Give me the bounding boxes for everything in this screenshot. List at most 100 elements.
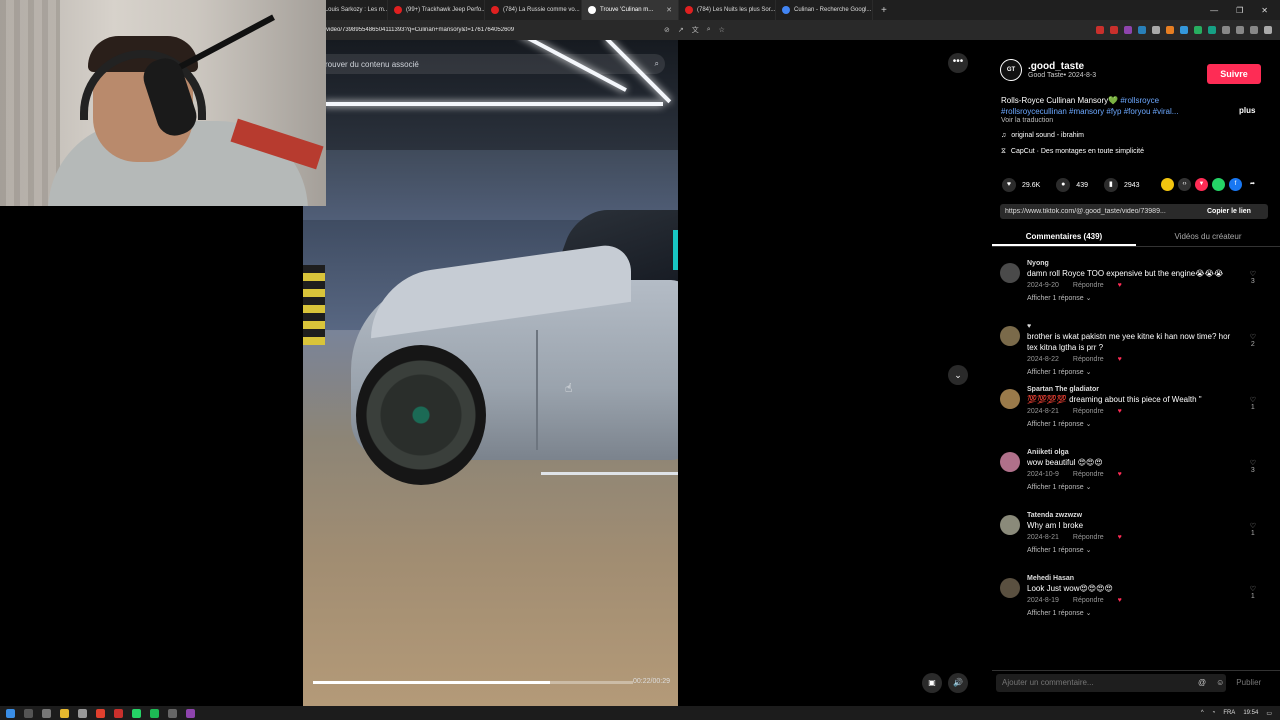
reply-button[interactable]: Répondre — [1073, 597, 1104, 604]
comment-icon[interactable]: ● — [1056, 178, 1071, 192]
video-progress-bar[interactable] — [313, 681, 633, 684]
heart-outline-icon[interactable]: ♡ — [1250, 270, 1256, 278]
network-icon[interactable]: ◔ — [1212, 710, 1216, 716]
maximize-icon[interactable]: ❐ — [1236, 6, 1243, 15]
show-replies-button[interactable]: Afficher 1 réponse ⌄ — [1027, 294, 1280, 302]
extension-icon[interactable] — [1166, 26, 1174, 34]
extension-icon[interactable] — [1236, 26, 1244, 34]
extension-icon[interactable] — [1208, 26, 1216, 34]
more-options-icon[interactable]: ••• — [948, 53, 968, 73]
hashtag-link[interactable]: #rollsroyce — [1120, 96, 1159, 105]
show-replies-button[interactable]: Afficher 1 réponse ⌄ — [1027, 420, 1280, 428]
tab-creator-videos[interactable]: Vidéos du créateur — [1136, 227, 1280, 246]
miniplayer-icon[interactable]: ▣ — [922, 673, 942, 693]
site-info-icon[interactable]: ⊘ — [664, 26, 670, 34]
heart-outline-icon[interactable]: ♡ — [1250, 396, 1256, 404]
lang-indicator[interactable]: FRA — [1223, 710, 1235, 716]
avatar[interactable] — [1000, 452, 1020, 472]
show-replies-button[interactable]: Afficher 1 réponse ⌄ — [1027, 609, 1280, 617]
search-icon[interactable]: ⌕ — [655, 59, 659, 69]
menu-icon[interactable] — [1264, 26, 1272, 34]
sound-link[interactable]: ♫ original sound - ibrahim — [1001, 132, 1084, 139]
comment-user[interactable]: Mehedi Hasan — [1027, 575, 1280, 582]
repost-icon[interactable] — [1161, 178, 1174, 191]
app-icon[interactable] — [78, 708, 87, 718]
spotify-icon[interactable] — [150, 708, 159, 718]
comment-like[interactable]: ♡ 3 — [1250, 270, 1256, 285]
zoom-icon[interactable]: ⌕ — [707, 26, 711, 34]
translate-icon[interactable]: 文 — [692, 25, 699, 35]
close-tab-icon[interactable]: ✕ — [666, 6, 672, 14]
embed-icon[interactable]: ‹› — [1178, 178, 1191, 191]
save-count[interactable]: ▮ 2943 — [1103, 178, 1140, 192]
close-window-icon[interactable]: ✕ — [1261, 6, 1268, 15]
new-tab-button[interactable]: + — [873, 5, 895, 16]
heart-outline-icon[interactable]: ♡ — [1250, 522, 1256, 530]
extension-icon[interactable] — [1124, 26, 1132, 34]
avatar[interactable] — [1000, 578, 1020, 598]
author-name[interactable]: .good_taste — [1028, 61, 1096, 72]
comment-user[interactable]: Tatenda zwzwzw — [1027, 512, 1280, 519]
avatar[interactable] — [1000, 326, 1020, 346]
bookmark-icon[interactable]: ▮ — [1103, 178, 1118, 192]
video-player[interactable]: rouver du contenu associé ⌕ 00:22/00:29 — [303, 40, 678, 706]
open-external-icon[interactable]: ↗ — [678, 26, 684, 34]
like-count[interactable]: ♥ 29.6K — [1002, 178, 1040, 192]
whatsapp-taskbar-icon[interactable] — [132, 708, 141, 718]
browser-icon[interactable] — [96, 708, 105, 718]
browser-tab[interactable]: (784) La Russie comme vo... — [485, 0, 582, 20]
publish-button[interactable]: Publier — [1236, 678, 1261, 687]
emoji-icon[interactable]: ☺ — [1216, 678, 1224, 687]
tray-chevron-icon[interactable]: ^ — [1201, 710, 1204, 716]
translate-link[interactable]: Voir la traduction — [1001, 117, 1053, 124]
browser-tab[interactable]: (784) Les Nuits les plus Sor... — [679, 0, 776, 20]
comment-like[interactable]: ♡ 3 — [1250, 459, 1256, 474]
avatar[interactable] — [1000, 263, 1020, 283]
comment-input[interactable] — [996, 673, 1226, 692]
related-search-bar[interactable]: rouver du contenu associé ⌕ — [303, 54, 665, 74]
obs-icon[interactable] — [186, 708, 195, 718]
task-view-icon[interactable] — [42, 708, 51, 718]
extension-icon[interactable] — [1180, 26, 1188, 34]
comment-user[interactable]: ♥ — [1027, 323, 1280, 330]
extension-icon[interactable] — [1194, 26, 1202, 34]
notification-icon[interactable]: ▭ — [1266, 710, 1272, 717]
mention-icon[interactable]: @ — [1198, 678, 1206, 687]
star-icon[interactable]: ☆ — [719, 26, 725, 34]
hashtag-link[interactable]: #rollsroycecullinan #mansory #fyp #foryo… — [1001, 107, 1178, 116]
tab-comments[interactable]: Commentaires (439) — [992, 227, 1136, 246]
share-arrow-icon[interactable]: ➦ — [1246, 178, 1259, 191]
comment-like[interactable]: ♡ 2 — [1250, 333, 1256, 348]
next-video-icon[interactable]: ⌄ — [948, 365, 968, 385]
reply-button[interactable]: Répondre — [1073, 534, 1104, 541]
extension-icon[interactable] — [1152, 26, 1160, 34]
avatar[interactable]: GT — [1000, 59, 1022, 81]
browser-tab[interactable]: Culinan - Recherche Googl... — [776, 0, 873, 20]
show-replies-button[interactable]: Afficher 1 réponse ⌄ — [1027, 483, 1280, 491]
show-replies-button[interactable]: Afficher 1 réponse ⌄ — [1027, 546, 1280, 554]
author-info[interactable]: GT .good_taste Good Taste• 2024-8-3 — [1000, 59, 1096, 81]
comment-user[interactable]: Spartan The gladiator — [1027, 386, 1280, 393]
follow-button[interactable]: Suivre — [1207, 64, 1261, 84]
capcut-link[interactable]: ⧖ CapCut · Des montages en toute simplic… — [1001, 148, 1144, 156]
heart-outline-icon[interactable]: ♡ — [1250, 333, 1256, 341]
copy-link-button[interactable]: Copier le lien — [1207, 208, 1251, 215]
minimize-icon[interactable]: — — [1210, 6, 1218, 15]
avatar[interactable] — [1000, 389, 1020, 409]
comment-count[interactable]: ● 439 — [1056, 178, 1088, 192]
url-field[interactable]: video/7398955486504111393?q=Culinan+mans… — [326, 27, 656, 33]
comment-like[interactable]: ♡ 1 — [1250, 585, 1256, 600]
search-taskbar-icon[interactable] — [24, 708, 33, 718]
heart-outline-icon[interactable]: ♡ — [1250, 459, 1256, 467]
extension-icon[interactable] — [1250, 26, 1258, 34]
comment-user[interactable]: Nyong — [1027, 260, 1280, 267]
whatsapp-icon[interactable] — [1212, 178, 1225, 191]
extension-icon[interactable] — [1138, 26, 1146, 34]
start-icon[interactable] — [6, 708, 15, 718]
extension-icon[interactable] — [1222, 26, 1230, 34]
more-link[interactable]: plus — [1239, 106, 1255, 115]
app-icon[interactable] — [114, 708, 123, 718]
heart-outline-icon[interactable]: ♡ — [1250, 585, 1256, 593]
heart-icon[interactable]: ♥ — [1002, 178, 1016, 192]
reply-button[interactable]: Répondre — [1073, 356, 1104, 363]
